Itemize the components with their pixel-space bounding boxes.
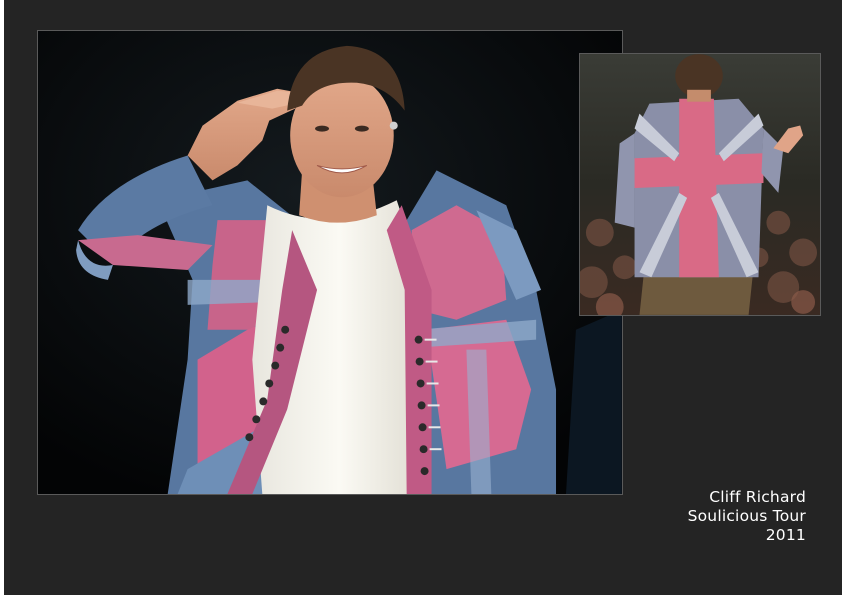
performer-back-view-image (580, 54, 820, 315)
caption-tour: Soulicious Tour (687, 507, 806, 525)
caption-year: 2011 (765, 526, 806, 544)
caption-name: Cliff Richard (709, 488, 806, 506)
page: Cliff Richard Soulicious Tour 2011 (0, 0, 842, 595)
main-photo (37, 30, 623, 495)
inset-photo (579, 53, 821, 316)
caption: Cliff Richard Soulicious Tour 2011 (586, 488, 806, 545)
performer-saluting-image (38, 31, 622, 494)
